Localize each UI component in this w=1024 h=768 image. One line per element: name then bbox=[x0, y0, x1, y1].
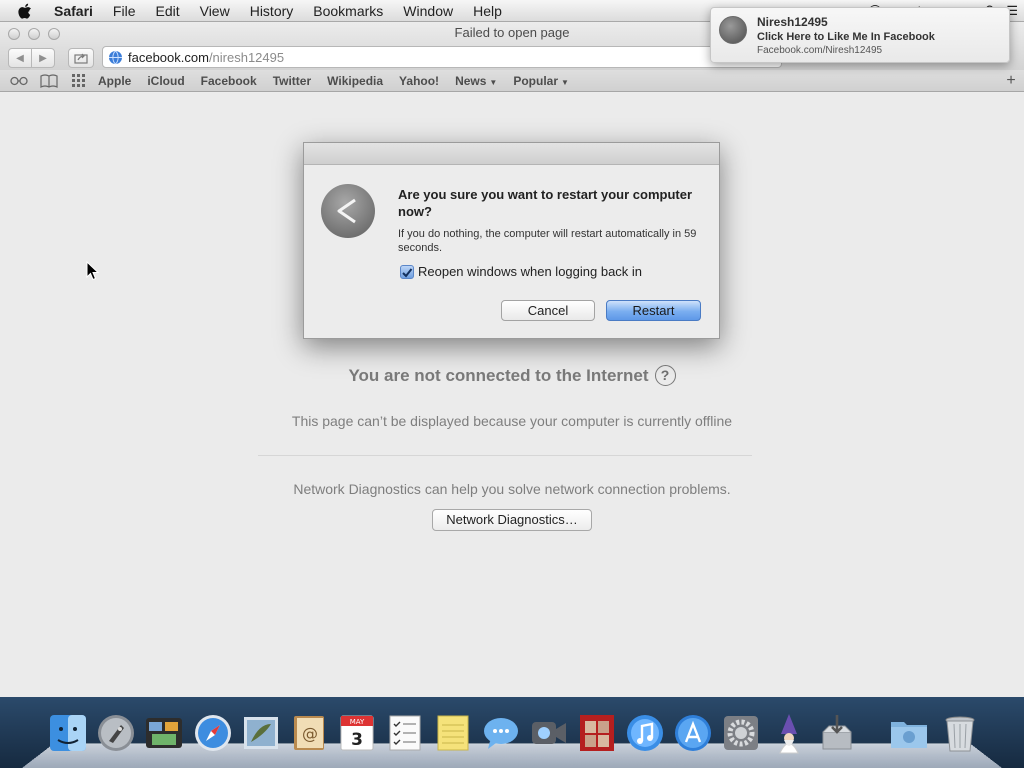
reopen-windows-checkbox[interactable] bbox=[400, 265, 414, 279]
finder-icon[interactable] bbox=[48, 712, 88, 754]
wizard-icon[interactable] bbox=[769, 712, 809, 754]
power-restart-icon bbox=[321, 184, 375, 238]
itunes-icon[interactable] bbox=[625, 712, 665, 754]
notification-banner[interactable]: Niresh12495 Click Here to Like Me In Fac… bbox=[710, 7, 1010, 63]
mail-icon[interactable] bbox=[241, 712, 281, 754]
mission-control-icon[interactable] bbox=[144, 712, 184, 754]
dropdown-arrow-icon: ▼ bbox=[561, 77, 569, 87]
menu-view[interactable]: View bbox=[190, 0, 240, 22]
bookmark-twitter[interactable]: Twitter bbox=[265, 74, 319, 88]
add-tab-button[interactable]: + bbox=[1004, 72, 1018, 90]
menu-window[interactable]: Window bbox=[393, 0, 463, 22]
forward-button[interactable]: ▶ bbox=[31, 48, 55, 68]
checkmark-icon bbox=[402, 268, 413, 278]
url-domain: facebook.com bbox=[128, 49, 209, 65]
launchpad-icon[interactable] bbox=[96, 712, 136, 754]
calendar-month: MAY bbox=[350, 718, 365, 726]
network-diagnostics-button[interactable]: Network Diagnostics… bbox=[432, 509, 592, 531]
help-icon[interactable]: ? bbox=[654, 365, 676, 386]
dropdown-arrow-icon: ▼ bbox=[489, 77, 498, 87]
menu-history[interactable]: History bbox=[240, 0, 304, 22]
url-path: /niresh12495 bbox=[208, 49, 285, 65]
applications-folder-icon[interactable] bbox=[889, 712, 929, 754]
menu-edit[interactable]: Edit bbox=[145, 0, 189, 22]
back-button[interactable]: ◀ bbox=[8, 48, 32, 68]
notification-url: Facebook.com/Niresh12495 bbox=[757, 45, 883, 56]
safari-window: Failed to open page ◀ ▶ facebook.com/nir… bbox=[0, 22, 1024, 697]
bookmark-news-label: News bbox=[455, 73, 487, 88]
offline-heading-text: You are not connected to the Internet bbox=[348, 366, 649, 385]
reading-list-icon[interactable] bbox=[8, 73, 30, 89]
dialog-titlebar bbox=[304, 143, 719, 165]
offline-heading: You are not connected to the Internet? bbox=[0, 365, 1024, 386]
plus-icon: + bbox=[1006, 72, 1016, 89]
apple-menu-icon[interactable] bbox=[18, 0, 38, 22]
back-arrow-icon: ◀ bbox=[16, 52, 24, 64]
bookmarks-bar: Apple iCloud Facebook Twitter Wikipedia … bbox=[0, 70, 1024, 92]
calendar-icon[interactable]: MAY 3 bbox=[337, 712, 377, 754]
menu-help[interactable]: Help bbox=[463, 0, 512, 22]
menu-bookmarks[interactable]: Bookmarks bbox=[303, 0, 393, 22]
bookmark-yahoo[interactable]: Yahoo! bbox=[391, 74, 447, 88]
installer-icon[interactable] bbox=[817, 712, 857, 754]
system-preferences-icon[interactable] bbox=[721, 712, 761, 754]
share-button[interactable] bbox=[68, 48, 94, 68]
mouse-pointer-icon bbox=[86, 261, 100, 281]
offline-message: This page can’t be displayed because you… bbox=[291, 413, 733, 429]
menu-file[interactable]: File bbox=[103, 0, 146, 22]
restart-dialog: Are you sure you want to restart your co… bbox=[303, 142, 720, 339]
divider bbox=[258, 455, 752, 456]
reopen-windows-label[interactable]: Reopen windows when logging back in bbox=[418, 264, 642, 279]
menu-app-name[interactable]: Safari bbox=[52, 0, 103, 22]
app-store-icon[interactable] bbox=[673, 712, 713, 754]
bookmark-icloud[interactable]: iCloud bbox=[139, 74, 192, 88]
calendar-day: 3 bbox=[351, 730, 363, 750]
bookmark-facebook[interactable]: Facebook bbox=[193, 74, 265, 88]
notification-body: Click Here to Like Me In Facebook bbox=[757, 31, 935, 43]
forward-arrow-icon: ▶ bbox=[39, 52, 47, 64]
top-sites-grid-icon[interactable] bbox=[68, 73, 90, 89]
notification-avatar bbox=[719, 16, 747, 44]
address-bar[interactable]: facebook.com/niresh12495 bbox=[102, 46, 782, 68]
reminders-icon[interactable] bbox=[385, 712, 425, 754]
photo-booth-icon[interactable] bbox=[577, 712, 617, 754]
cancel-button[interactable]: Cancel bbox=[501, 300, 595, 321]
notification-title: Niresh12495 bbox=[757, 15, 828, 29]
bookmark-folder-news[interactable]: News ▼ bbox=[447, 74, 505, 88]
bookmarks-book-icon[interactable] bbox=[38, 73, 60, 89]
contacts-icon[interactable]: @ bbox=[289, 712, 329, 754]
bookmark-apple[interactable]: Apple bbox=[90, 74, 139, 88]
bookmark-popular-label: Popular bbox=[513, 73, 559, 88]
globe-icon bbox=[108, 50, 123, 65]
facetime-icon[interactable] bbox=[529, 712, 569, 754]
trash-icon[interactable] bbox=[940, 712, 980, 754]
notes-icon[interactable] bbox=[433, 712, 473, 754]
dialog-title: Are you sure you want to restart your co… bbox=[398, 187, 693, 219]
bookmark-folder-popular[interactable]: Popular ▼ bbox=[505, 74, 577, 88]
messages-icon[interactable] bbox=[481, 712, 521, 754]
svg-text:@: @ bbox=[302, 724, 318, 743]
dialog-message: If you do nothing, the computer will res… bbox=[398, 228, 697, 254]
bookmark-wikipedia[interactable]: Wikipedia bbox=[319, 74, 391, 88]
diagnostics-message: Network Diagnostics can help you solve n… bbox=[293, 481, 731, 497]
share-icon bbox=[74, 53, 88, 64]
restart-button[interactable]: Restart bbox=[606, 300, 701, 321]
safari-icon[interactable] bbox=[193, 712, 233, 754]
